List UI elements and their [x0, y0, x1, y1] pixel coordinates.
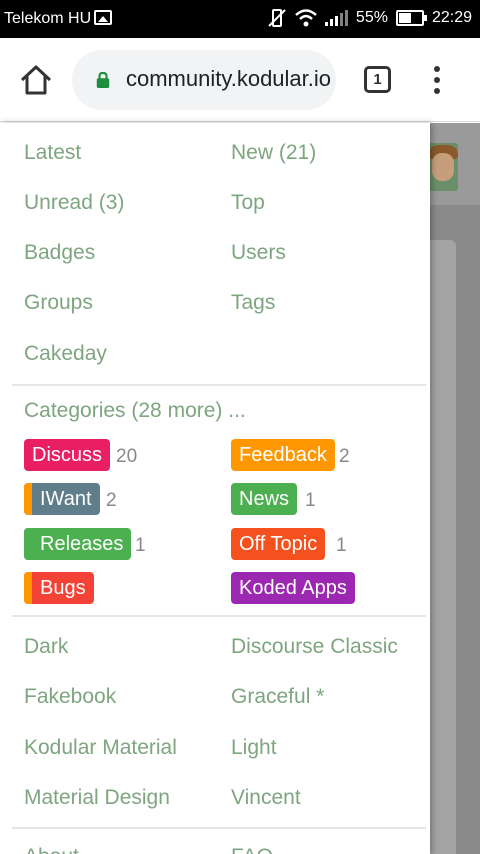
url-text[interactable]: community.kodular.io: [126, 66, 336, 96]
wifi-icon: [295, 9, 317, 27]
menu-link-badges[interactable]: Badges: [24, 241, 95, 265]
menu-link-new[interactable]: New (21): [231, 141, 316, 165]
image-notification-icon: [94, 10, 112, 25]
category-count: 20: [116, 446, 138, 467]
footer-link-faq[interactable]: FAQ: [231, 845, 273, 854]
divider: [12, 384, 426, 386]
menu-link-groups[interactable]: Groups: [24, 291, 93, 315]
status-bar: Telekom HU 55% 22:29: [0, 0, 480, 38]
category-count: 2: [339, 446, 350, 467]
battery-percent: 55%: [355, 9, 388, 26]
category-discuss[interactable]: Discuss: [24, 439, 111, 471]
menu-link-tags[interactable]: Tags: [231, 291, 275, 315]
menu-link-users[interactable]: Users: [231, 241, 286, 265]
menu-link-cakeday[interactable]: Cakeday: [24, 342, 107, 366]
category-releases[interactable]: Releases: [24, 528, 132, 560]
theme-link-graceful[interactable]: Graceful *: [231, 685, 324, 709]
signal-icon: [324, 10, 348, 26]
divider: [12, 615, 426, 617]
address-bar[interactable]: community.kodular.io: [72, 50, 336, 110]
menu-link-unread[interactable]: Unread (3): [24, 191, 124, 215]
category-count: 2: [106, 490, 117, 511]
category-bugs[interactable]: Bugs: [24, 572, 94, 604]
menu-link-top[interactable]: Top: [231, 191, 265, 215]
home-icon[interactable]: [18, 62, 54, 98]
browser-toolbar: community.kodular.io 1: [0, 38, 480, 122]
divider: [12, 827, 426, 829]
avatar[interactable]: [426, 143, 458, 191]
theme-link-vincent[interactable]: Vincent: [231, 786, 301, 810]
lock-icon: [96, 72, 110, 88]
theme-link-light[interactable]: Light: [231, 736, 277, 760]
theme-link-discourse-classic[interactable]: Discourse Classic: [231, 635, 398, 659]
clock: 22:29: [431, 9, 472, 26]
category-count: 1: [336, 535, 347, 556]
battery-icon: [395, 10, 427, 26]
theme-link-fakebook[interactable]: Fakebook: [24, 685, 116, 709]
theme-link-kodular-material[interactable]: Kodular Material: [24, 736, 177, 760]
theme-link-material-design[interactable]: Material Design: [24, 786, 170, 810]
category-count: 1: [135, 535, 146, 556]
more-options-icon[interactable]: [434, 66, 442, 94]
hamburger-menu: Latest New (21) Unread (3) Top Badges Us…: [0, 123, 430, 854]
tab-switcher-button[interactable]: 1: [364, 66, 391, 93]
category-off-topic[interactable]: Off Topic: [231, 528, 326, 560]
carrier-label: Telekom HU: [4, 10, 92, 27]
category-news[interactable]: News: [231, 483, 298, 515]
category-koded-apps[interactable]: Koded Apps: [231, 572, 355, 604]
menu-link-latest[interactable]: Latest: [24, 141, 81, 165]
categories-link[interactable]: Categories (28 more) ...: [24, 399, 246, 423]
footer-link-about[interactable]: About: [24, 845, 79, 854]
category-count: 1: [305, 490, 316, 511]
category-iwant[interactable]: IWant: [24, 483, 100, 515]
theme-link-dark[interactable]: Dark: [24, 635, 68, 659]
vibrate-icon: [268, 9, 286, 27]
category-feedback[interactable]: Feedback: [231, 439, 335, 471]
